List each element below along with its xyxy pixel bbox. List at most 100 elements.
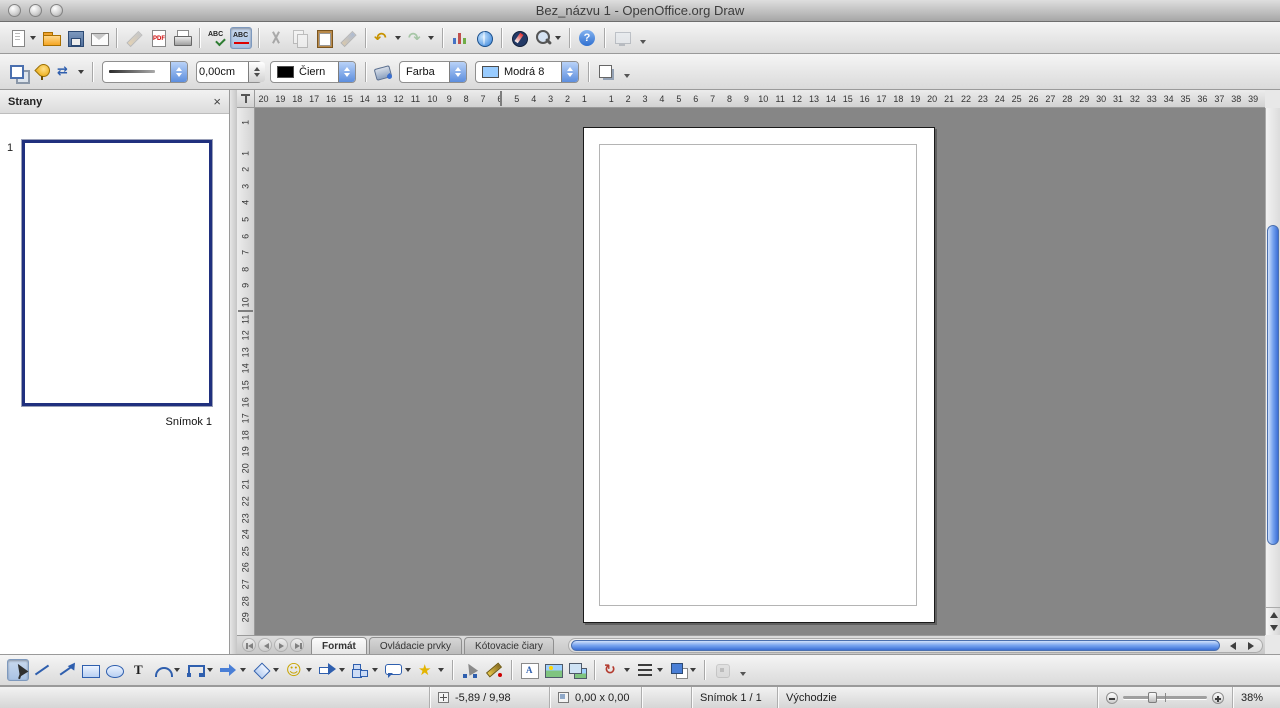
first-layer-button[interactable] [242,638,256,652]
scroll-down-icon[interactable] [1270,625,1278,631]
panel-splitter[interactable] [230,90,237,654]
callouts-caret-icon[interactable] [405,668,411,672]
glue-points-icon[interactable] [483,659,505,681]
edit-points-icon[interactable] [459,659,481,681]
scroll-right-icon[interactable] [1248,642,1254,650]
line-width-field[interactable] [196,61,262,83]
drawing-page[interactable] [583,127,935,623]
auto-spellcheck-icon[interactable] [230,27,252,49]
fill-type-stepper[interactable] [449,62,466,82]
open-icon[interactable] [40,27,62,49]
title-bar[interactable]: Bez_názvu 1 - OpenOffice.org Draw [0,0,1280,22]
layer-tab-format[interactable]: Formát [311,637,367,654]
insert-chart-icon[interactable] [449,27,471,49]
toolbar-overflow-icon[interactable] [740,672,746,676]
alignment-icon[interactable] [634,659,656,681]
arrange-icon[interactable] [667,659,689,681]
zoom-out-button[interactable] [1106,692,1118,704]
navigator-icon[interactable] [508,27,530,49]
text-icon[interactable] [127,659,149,681]
lines-and-arrows-icon[interactable] [217,659,239,681]
line-color-select[interactable]: Čiern [270,61,356,83]
horizontal-ruler[interactable]: 2019181716151413121110987654321 12345678… [255,90,1265,108]
print-icon[interactable] [171,27,193,49]
arrow-style-caret-icon[interactable] [78,70,84,74]
redo-icon[interactable] [405,27,427,49]
alignment-caret-icon[interactable] [657,668,663,672]
document-as-email-icon[interactable] [88,27,110,49]
shadow-icon[interactable] [595,61,617,83]
curve-icon[interactable] [151,659,173,681]
line-width-input[interactable] [199,66,243,78]
layer-tab-dimension-lines[interactable]: Kótovacie čiary [464,637,554,654]
help-icon[interactable] [576,27,598,49]
undo-icon[interactable] [372,27,394,49]
fill-color-select[interactable]: Modrá 8 [475,61,579,83]
zoom-slider-thumb[interactable] [1148,692,1157,703]
zoom-dropdown-caret-icon[interactable] [555,36,561,40]
symbol-shapes-icon[interactable] [283,659,305,681]
edit-points-icon[interactable] [7,61,29,83]
minimize-window-button[interactable] [29,4,42,17]
line-style-stepper[interactable] [170,62,187,82]
vertical-ruler[interactable]: 1 12345678910111213141516171819202122232… [237,108,255,635]
fontwork-gallery-icon[interactable] [518,659,540,681]
format-paintbrush-icon[interactable] [337,27,359,49]
arrange-caret-icon[interactable] [690,668,696,672]
area-dialog-icon[interactable] [372,61,394,83]
callouts-icon[interactable] [382,659,404,681]
rotate-caret-icon[interactable] [624,668,630,672]
edit-file-icon[interactable] [123,27,145,49]
stars-icon[interactable] [415,659,437,681]
gallery-icon[interactable] [566,659,588,681]
zoom-level[interactable]: 38% [1233,687,1280,708]
ellipse-icon[interactable] [103,659,125,681]
lines-and-arrows-caret-icon[interactable] [240,668,246,672]
block-arrows-icon[interactable] [316,659,338,681]
basic-shapes-icon[interactable] [250,659,272,681]
line-width-stepper[interactable] [248,62,265,82]
scroll-left-icon[interactable] [1230,642,1236,650]
arrow-style-icon[interactable] [55,61,77,83]
vertical-scrollbar-thumb[interactable] [1267,225,1279,545]
connector-icon[interactable] [184,659,206,681]
scroll-up-icon[interactable] [1270,612,1278,618]
line-dialog-icon[interactable] [31,61,53,83]
vertical-scrollbar[interactable] [1265,108,1280,635]
last-layer-button[interactable] [290,638,304,652]
horizontal-scrollbar[interactable] [568,638,1263,653]
connector-caret-icon[interactable] [207,668,213,672]
symbol-shapes-caret-icon[interactable] [306,668,312,672]
page-thumbnail[interactable] [22,140,212,406]
zoom-icon[interactable] [532,27,554,49]
curve-caret-icon[interactable] [174,668,180,672]
horizontal-scrollbar-thumb[interactable] [571,640,1220,651]
cut-icon[interactable] [265,27,287,49]
basic-shapes-caret-icon[interactable] [273,668,279,672]
from-file-icon[interactable] [542,659,564,681]
save-icon[interactable] [64,27,86,49]
paste-icon[interactable] [313,27,335,49]
hyperlink-icon[interactable] [473,27,495,49]
spellcheck-icon[interactable] [206,27,228,49]
line-ends-with-arrow-icon[interactable] [55,659,77,681]
export-pdf-icon[interactable] [147,27,169,49]
redo-dropdown-caret-icon[interactable] [428,36,434,40]
rotate-icon[interactable] [601,659,623,681]
block-arrows-caret-icon[interactable] [339,668,345,672]
pages-panel-close-icon[interactable] [213,95,221,108]
toolbar-overflow-icon[interactable] [640,40,646,44]
rectangle-icon[interactable] [79,659,101,681]
undo-dropdown-caret-icon[interactable] [395,36,401,40]
flowcharts-icon[interactable] [349,659,371,681]
toolbar-overflow-icon[interactable] [624,74,630,78]
whats-this-icon[interactable] [611,27,633,49]
page-style-field[interactable]: Východzie [778,687,1098,708]
fill-color-stepper[interactable] [561,62,578,82]
copy-icon[interactable] [289,27,311,49]
stars-caret-icon[interactable] [438,668,444,672]
next-layer-button[interactable] [274,638,288,652]
zoom-in-button[interactable] [1212,692,1224,704]
new-document-icon[interactable] [7,27,29,49]
line-icon[interactable] [31,659,53,681]
